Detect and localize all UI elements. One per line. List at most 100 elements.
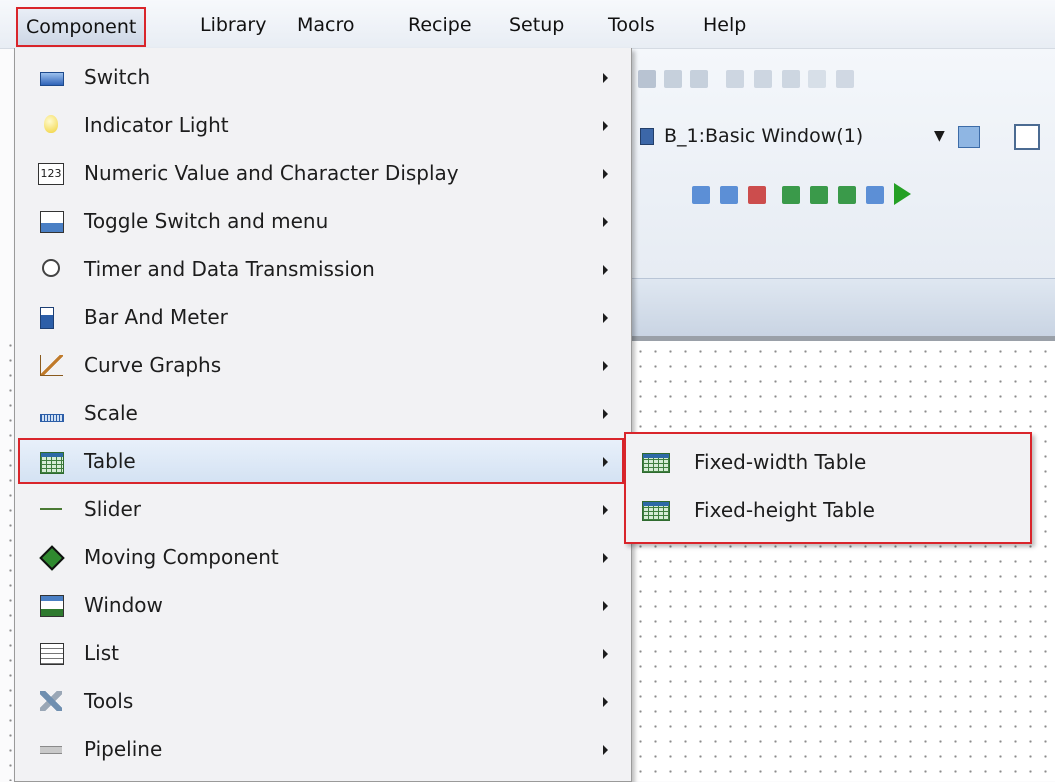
- menu-item-slider[interactable]: Slider: [18, 486, 624, 532]
- submenu-arrow-icon: [603, 553, 608, 563]
- goto-window-icon[interactable]: [958, 126, 980, 148]
- bar-meter-icon: [40, 307, 54, 329]
- menu-item-label: Bar And Meter: [84, 305, 228, 329]
- submenu-arrow-icon: [603, 313, 608, 323]
- menu-setup[interactable]: Setup: [505, 12, 568, 38]
- menu-item-indicator-light[interactable]: Indicator Light: [18, 102, 624, 148]
- menu-tools[interactable]: Tools: [604, 12, 659, 38]
- menu-item-label: Table: [84, 449, 136, 473]
- bulb-icon: [44, 115, 58, 133]
- window-icon: [40, 595, 64, 617]
- menu-item-label: Scale: [84, 401, 138, 425]
- submenu-item-label: Fixed-height Table: [694, 498, 875, 522]
- menu-item-curve-graphs[interactable]: Curve Graphs: [18, 342, 624, 388]
- menu-item-timer[interactable]: Timer and Data Transmission: [18, 246, 624, 292]
- component-menu: Switch Indicator Light 123 Numeric Value…: [14, 48, 632, 782]
- canvas-grid-left-edge: [0, 335, 14, 781]
- slider-icon: [40, 508, 62, 510]
- submenu-arrow-icon: [603, 73, 608, 83]
- debug-icon[interactable]: [866, 186, 884, 204]
- compile-all-icon[interactable]: [720, 186, 738, 204]
- menu-item-bar-meter[interactable]: Bar And Meter: [18, 294, 624, 340]
- menu-macro[interactable]: Macro: [293, 12, 359, 38]
- align-left-icon[interactable]: [638, 70, 656, 88]
- menu-item-label: Slider: [84, 497, 142, 521]
- same-size-icon[interactable]: [782, 70, 800, 88]
- list-icon: [40, 643, 64, 665]
- same-width-icon[interactable]: [726, 70, 744, 88]
- align-center-icon[interactable]: [690, 70, 708, 88]
- table-submenu: Fixed-width Table Fixed-height Table: [624, 432, 1032, 544]
- window-select-value: B_1:Basic Window(1): [664, 125, 864, 147]
- submenu-arrow-icon: [603, 649, 608, 659]
- new-window-icon[interactable]: [1014, 124, 1040, 150]
- submenu-arrow-icon: [603, 361, 608, 371]
- menu-recipe[interactable]: Recipe: [404, 12, 476, 38]
- menu-item-switch[interactable]: Switch: [18, 54, 624, 100]
- toolbar-row-window: B_1:Basic Window(1) ▼: [630, 112, 1055, 158]
- switch-icon: [40, 72, 64, 86]
- menu-library[interactable]: Library: [196, 12, 270, 38]
- tools-icon: [40, 691, 62, 711]
- fixed-width-table-icon: [642, 453, 670, 473]
- submenu-arrow-icon: [603, 121, 608, 131]
- menu-item-window[interactable]: Window: [18, 582, 624, 628]
- menu-item-label: Numeric Value and Character Display: [84, 161, 459, 185]
- submenu-arrow-icon: [603, 217, 608, 227]
- submenu-arrow-icon: [603, 601, 608, 611]
- table-icon: [40, 452, 64, 474]
- group-icon[interactable]: [836, 70, 854, 88]
- compile-icon[interactable]: [692, 186, 710, 204]
- window-sheet-icon: [640, 128, 654, 145]
- menu-item-toggle-switch[interactable]: Toggle Switch and menu: [18, 198, 624, 244]
- submenu-arrow-icon: [603, 169, 608, 179]
- curve-icon: [40, 355, 63, 376]
- scale-icon: [40, 414, 64, 422]
- menu-item-label: Timer and Data Transmission: [84, 257, 375, 281]
- window-tab-band: [630, 278, 1055, 336]
- menu-item-table[interactable]: Table: [18, 438, 624, 484]
- submenu-arrow-icon: [603, 697, 608, 707]
- menu-item-list[interactable]: List: [18, 630, 624, 676]
- submenu-item-fixed-width-table[interactable]: Fixed-width Table: [628, 438, 1026, 486]
- menu-item-label: Curve Graphs: [84, 353, 222, 377]
- window-select[interactable]: B_1:Basic Window(1) ▼: [634, 120, 1040, 152]
- menu-item-label: Moving Component: [84, 545, 279, 569]
- submenu-item-label: Fixed-width Table: [694, 450, 867, 474]
- submenu-arrow-icon: [603, 505, 608, 515]
- menu-item-tools[interactable]: Tools: [18, 678, 624, 724]
- submenu-item-fixed-height-table[interactable]: Fixed-height Table: [628, 486, 1026, 534]
- simulate-play-icon[interactable]: [894, 183, 911, 205]
- menu-item-label: Toggle Switch and menu: [84, 209, 329, 233]
- toolbar-row-alignment: [630, 56, 1055, 100]
- align-top-icon[interactable]: [664, 70, 682, 88]
- layer-icon[interactable]: [808, 70, 826, 88]
- upload-icon[interactable]: [838, 186, 856, 204]
- clear-compile-icon[interactable]: [748, 186, 766, 204]
- menu-item-label: Indicator Light: [84, 113, 229, 137]
- menu-item-label: List: [84, 641, 119, 665]
- menu-help[interactable]: Help: [699, 12, 750, 38]
- menu-item-numeric-display[interactable]: 123 Numeric Value and Character Display: [18, 150, 624, 196]
- clock-icon: [42, 259, 60, 277]
- design-canvas-grid[interactable]: [630, 335, 1055, 781]
- download-icon[interactable]: [782, 186, 800, 204]
- submenu-arrow-icon: [603, 745, 608, 755]
- menu-item-moving-component[interactable]: Moving Component: [18, 534, 624, 580]
- menu-item-scale[interactable]: Scale: [18, 390, 624, 436]
- menu-item-label: Window: [84, 593, 163, 617]
- submenu-arrow-icon: [603, 409, 608, 419]
- menu-item-pipeline[interactable]: Pipeline: [18, 726, 624, 772]
- menu-component[interactable]: Component: [16, 7, 147, 47]
- same-height-icon[interactable]: [754, 70, 772, 88]
- menu-item-label: Tools: [84, 689, 134, 713]
- submenu-arrow-icon: [603, 265, 608, 275]
- toggle-icon: [40, 211, 64, 233]
- toolbar-row-compile: [630, 178, 1055, 226]
- fixed-height-table-icon: [642, 501, 670, 521]
- pipeline-icon: [40, 746, 62, 754]
- menu-item-label: Switch: [84, 65, 151, 89]
- download-alt-icon[interactable]: [810, 186, 828, 204]
- dropdown-arrow-icon[interactable]: ▼: [934, 120, 945, 152]
- numeric-icon: 123: [38, 163, 64, 185]
